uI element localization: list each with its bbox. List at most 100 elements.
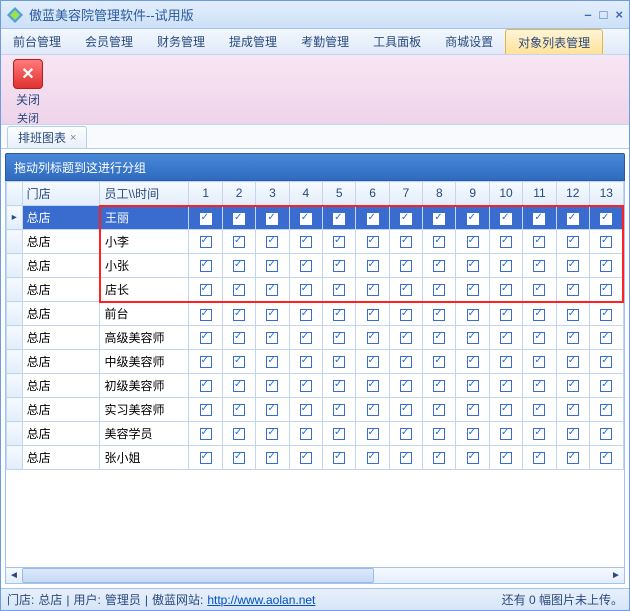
cell-store[interactable]: 总店 — [22, 230, 100, 254]
maximize-button[interactable]: □ — [600, 7, 608, 22]
cell-check[interactable] — [423, 350, 456, 374]
checkbox-icon[interactable] — [467, 260, 479, 272]
cell-check[interactable] — [556, 350, 589, 374]
cell-check[interactable] — [556, 374, 589, 398]
checkbox-icon[interactable] — [333, 260, 345, 272]
checkbox-icon[interactable] — [266, 284, 278, 296]
cell-check[interactable] — [523, 398, 556, 422]
checkbox-icon[interactable] — [333, 213, 345, 225]
checkbox-icon[interactable] — [467, 213, 479, 225]
checkbox-icon[interactable] — [300, 452, 312, 464]
cell-check[interactable] — [222, 398, 255, 422]
checkbox-icon[interactable] — [367, 332, 379, 344]
cell-check[interactable] — [289, 326, 322, 350]
checkbox-icon[interactable] — [533, 236, 545, 248]
table-row[interactable]: 总店实习美容师 — [7, 398, 624, 422]
checkbox-icon[interactable] — [367, 260, 379, 272]
checkbox-icon[interactable] — [333, 284, 345, 296]
checkbox-icon[interactable] — [233, 309, 245, 321]
menu-item[interactable]: 商城设置 — [433, 29, 505, 54]
menu-item[interactable]: 会员管理 — [73, 29, 145, 54]
cell-employee[interactable]: 前台 — [100, 302, 189, 326]
checkbox-icon[interactable] — [367, 452, 379, 464]
cell-store[interactable]: 总店 — [22, 254, 100, 278]
menu-item[interactable]: 财务管理 — [145, 29, 217, 54]
checkbox-icon[interactable] — [600, 452, 612, 464]
checkbox-icon[interactable] — [467, 309, 479, 321]
cell-check[interactable] — [456, 278, 489, 302]
checkbox-icon[interactable] — [200, 380, 212, 392]
cell-check[interactable] — [356, 350, 389, 374]
cell-check[interactable] — [523, 374, 556, 398]
cell-check[interactable] — [189, 230, 222, 254]
checkbox-icon[interactable] — [266, 356, 278, 368]
cell-check[interactable] — [556, 230, 589, 254]
cell-check[interactable] — [456, 398, 489, 422]
checkbox-icon[interactable] — [533, 332, 545, 344]
cell-check[interactable] — [222, 422, 255, 446]
checkbox-icon[interactable] — [400, 309, 412, 321]
checkbox-icon[interactable] — [200, 428, 212, 440]
cell-check[interactable] — [489, 446, 522, 470]
cell-check[interactable] — [322, 230, 355, 254]
checkbox-icon[interactable] — [266, 236, 278, 248]
cell-check[interactable] — [389, 326, 422, 350]
cell-check[interactable] — [589, 230, 623, 254]
checkbox-icon[interactable] — [433, 428, 445, 440]
checkbox-icon[interactable] — [467, 332, 479, 344]
checkbox-icon[interactable] — [300, 404, 312, 416]
cell-check[interactable] — [423, 398, 456, 422]
cell-check[interactable] — [289, 254, 322, 278]
checkbox-icon[interactable] — [400, 236, 412, 248]
cell-check[interactable] — [456, 326, 489, 350]
checkbox-icon[interactable] — [600, 428, 612, 440]
tab-close-icon[interactable]: × — [70, 132, 76, 144]
cell-employee[interactable]: 美容学员 — [100, 422, 189, 446]
col-time[interactable]: 12 — [556, 182, 589, 206]
cell-check[interactable] — [322, 350, 355, 374]
checkbox-icon[interactable] — [600, 309, 612, 321]
cell-check[interactable] — [589, 206, 623, 230]
checkbox-icon[interactable] — [467, 356, 479, 368]
checkbox-icon[interactable] — [533, 284, 545, 296]
cell-employee[interactable]: 小张 — [100, 254, 189, 278]
cell-check[interactable] — [322, 254, 355, 278]
col-store[interactable]: 门店 — [22, 182, 100, 206]
checkbox-icon[interactable] — [300, 236, 312, 248]
cell-check[interactable] — [489, 278, 522, 302]
cell-check[interactable] — [256, 278, 289, 302]
cell-check[interactable] — [456, 374, 489, 398]
cell-check[interactable] — [356, 278, 389, 302]
cell-check[interactable] — [523, 278, 556, 302]
checkbox-icon[interactable] — [233, 380, 245, 392]
cell-check[interactable] — [489, 350, 522, 374]
cell-check[interactable] — [189, 302, 222, 326]
minimize-button[interactable]: – — [584, 7, 591, 22]
cell-check[interactable] — [589, 326, 623, 350]
cell-check[interactable] — [256, 422, 289, 446]
cell-check[interactable] — [556, 446, 589, 470]
cell-check[interactable] — [389, 278, 422, 302]
cell-check[interactable] — [589, 374, 623, 398]
cell-check[interactable] — [222, 278, 255, 302]
checkbox-icon[interactable] — [367, 236, 379, 248]
cell-check[interactable] — [322, 374, 355, 398]
cell-check[interactable] — [556, 302, 589, 326]
cell-check[interactable] — [356, 446, 389, 470]
checkbox-icon[interactable] — [500, 284, 512, 296]
cell-check[interactable] — [389, 398, 422, 422]
col-employee[interactable]: 员工\\时间 — [100, 182, 189, 206]
table-row[interactable]: 总店店长 — [7, 278, 624, 302]
checkbox-icon[interactable] — [266, 309, 278, 321]
cell-check[interactable] — [556, 278, 589, 302]
col-time[interactable]: 3 — [256, 182, 289, 206]
cell-check[interactable] — [489, 398, 522, 422]
checkbox-icon[interactable] — [567, 309, 579, 321]
checkbox-icon[interactable] — [233, 452, 245, 464]
checkbox-icon[interactable] — [600, 284, 612, 296]
checkbox-icon[interactable] — [567, 260, 579, 272]
cell-check[interactable] — [289, 398, 322, 422]
checkbox-icon[interactable] — [433, 309, 445, 321]
cell-check[interactable] — [523, 326, 556, 350]
close-button[interactable]: ✕ 关闭 — [7, 59, 49, 108]
